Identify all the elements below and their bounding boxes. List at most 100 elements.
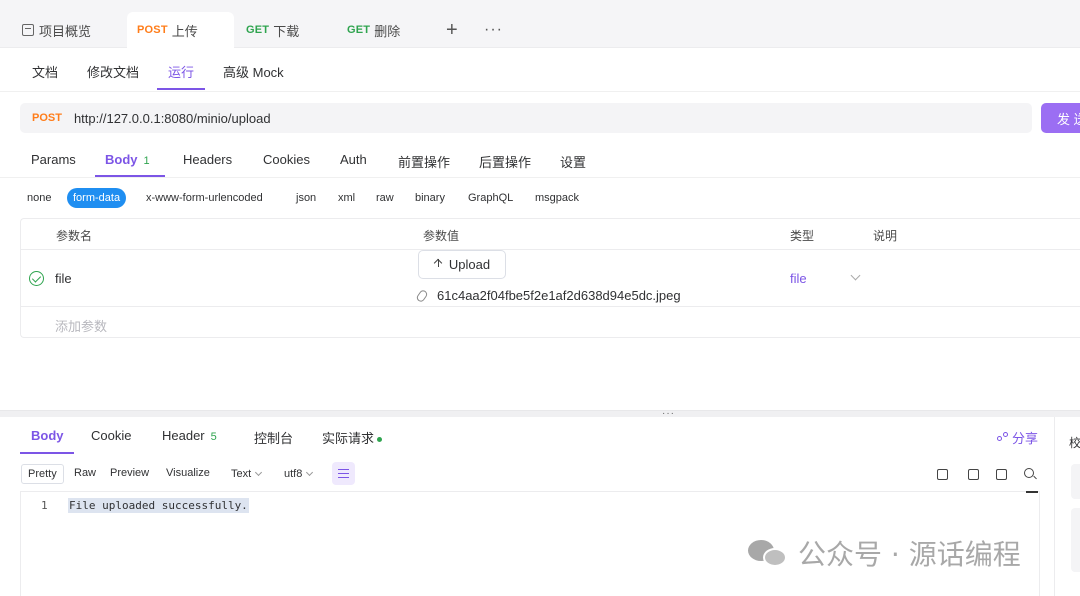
request-method[interactable]: POST: [32, 112, 62, 124]
copy-icon[interactable]: [996, 469, 1007, 480]
download-icon[interactable]: [968, 469, 979, 480]
tab-pre-actions[interactable]: 前置操作: [398, 152, 450, 171]
tab-headers[interactable]: Headers: [183, 152, 232, 167]
panel-splitter[interactable]: [0, 410, 1080, 417]
body-type-urlencoded[interactable]: x-www-form-urlencoded: [146, 188, 263, 208]
upload-label: Upload: [448, 257, 491, 272]
tab-get-download[interactable]: GET 下载: [246, 12, 299, 48]
watermark-text: 公众号 · 源话编程: [798, 538, 1021, 571]
body-type-msgpack[interactable]: msgpack: [535, 188, 579, 208]
active-resp-tab-indicator: [20, 452, 74, 454]
request-tabs: Params Body 1 Headers Cookies Auth 前置操作 后…: [0, 141, 1080, 178]
chevron-down-icon: [306, 468, 314, 477]
right-side-panel: 校: [1054, 417, 1080, 596]
format-value: Text: [231, 468, 252, 480]
format-code-icon[interactable]: [937, 469, 948, 480]
line-number: 1: [41, 499, 48, 512]
tab-label: 项目概览: [39, 23, 92, 39]
col-param-value: 参数值: [423, 229, 460, 243]
method-badge: GET: [347, 24, 371, 36]
tab-auth[interactable]: Auth: [340, 152, 367, 167]
tab-body-label: Body: [105, 152, 138, 167]
tab-cookies[interactable]: Cookies: [263, 152, 310, 167]
more-tabs-icon[interactable]: ···: [484, 12, 503, 48]
new-tab-plus-icon[interactable]: +: [446, 12, 458, 48]
subtab-run[interactable]: 运行: [168, 62, 194, 81]
wechat-icon: [748, 538, 788, 568]
tab-post-upload[interactable]: POST 上传: [127, 12, 234, 48]
active-reqtab-indicator: [95, 175, 165, 177]
encoding-value: utf8: [284, 468, 303, 480]
tab-label: 下载: [273, 23, 300, 39]
encoding-select[interactable]: utf8: [284, 464, 314, 484]
chevron-down-icon: [255, 468, 263, 477]
body-type-form-data[interactable]: form-data: [67, 188, 127, 208]
body-type-json[interactable]: json: [296, 188, 316, 208]
watermark: 公众号 · 源话编程: [748, 533, 1021, 573]
response-view-toolbar: Pretty Raw Preview Visualize Text utf8: [0, 460, 1054, 488]
body-count-badge: 1: [143, 155, 150, 167]
body-type-xml[interactable]: xml: [338, 188, 355, 208]
tab-project-overview[interactable]: 项目概览: [22, 12, 91, 48]
top-tab-bar: 项目概览 POST 上传 GET 下载 GET 删除 + ···: [0, 0, 1080, 48]
tab-get-delete[interactable]: GET 删除: [347, 12, 400, 48]
status-dot: [377, 437, 383, 443]
subtab-docs[interactable]: 文档: [32, 62, 58, 81]
resp-tab-header[interactable]: Header 5: [162, 428, 217, 443]
tab-body[interactable]: Body 1: [105, 152, 150, 167]
subtab-edit-docs[interactable]: 修改文档: [87, 62, 139, 81]
chevron-down-icon[interactable]: [850, 270, 861, 281]
share-button[interactable]: 分享: [997, 428, 1038, 447]
body-type-binary[interactable]: binary: [415, 188, 445, 208]
editor-scrollbar[interactable]: [1026, 491, 1038, 493]
format-select[interactable]: Text: [231, 464, 263, 484]
resp-tab-console[interactable]: 控制台: [254, 428, 293, 447]
file-name: 61c4aa2f04fbe5f2e1af2d638d94e5dc.jpeg: [437, 288, 681, 303]
resp-tab-body[interactable]: Body: [31, 428, 64, 443]
subtab-advanced-mock[interactable]: 高级 Mock: [223, 62, 284, 81]
send-button[interactable]: 发 送: [1041, 103, 1080, 133]
paperclip-icon: [415, 288, 429, 303]
view-preview[interactable]: Preview: [110, 464, 149, 484]
tab-settings[interactable]: 设置: [560, 152, 586, 171]
col-type: 类型: [790, 229, 815, 243]
body-type-raw[interactable]: raw: [376, 188, 394, 208]
view-visualize[interactable]: Visualize: [166, 464, 210, 484]
header-count-badge: 5: [210, 431, 217, 443]
col-description: 说明: [873, 229, 898, 243]
uploaded-file[interactable]: 61c4aa2f04fbe5f2e1af2d638d94e5dc.jpeg: [415, 288, 681, 303]
word-wrap-icon[interactable]: [332, 462, 355, 485]
resp-tab-cookie[interactable]: Cookie: [91, 428, 131, 443]
resp-tab-header-label: Header: [162, 428, 205, 443]
upload-button[interactable]: Upload: [418, 250, 506, 279]
side-panel-label: 校: [1069, 436, 1080, 450]
checkbox-checked-icon[interactable]: [29, 271, 44, 286]
url-input[interactable]: http://127.0.0.1:8080/minio/upload: [74, 111, 271, 126]
tab-post-actions[interactable]: 后置操作: [479, 152, 531, 171]
tab-params[interactable]: Params: [31, 152, 76, 167]
view-pretty[interactable]: Pretty: [21, 464, 64, 484]
body-type-none[interactable]: none: [27, 188, 51, 208]
param-type-select[interactable]: file: [790, 271, 807, 286]
table-header: 参数名 参数值 类型 说明: [21, 219, 1080, 250]
col-param-name: 参数名: [56, 229, 93, 243]
param-name-input[interactable]: file: [55, 271, 72, 286]
share-icon: [997, 432, 1008, 443]
resp-tab-actual-request[interactable]: 实际请求: [322, 428, 383, 447]
body-type-graphql[interactable]: GraphQL: [468, 188, 513, 208]
tab-label: 上传: [171, 23, 198, 39]
url-bar[interactable]: POST http://127.0.0.1:8080/minio/upload: [20, 103, 1032, 133]
view-raw[interactable]: Raw: [74, 464, 96, 484]
form-data-table: 参数名 参数值 类型 说明 file Upload 61c4aa2f04fbe5…: [20, 218, 1080, 338]
active-subtab-indicator: [157, 88, 205, 90]
side-panel-box: [1071, 464, 1080, 499]
add-param-input[interactable]: 添加参数: [55, 316, 107, 335]
resp-tab-actual-label: 实际请求: [322, 431, 375, 446]
overview-icon: [22, 24, 34, 36]
share-label: 分享: [1012, 431, 1039, 446]
table-row: file Upload 61c4aa2f04fbe5f2e1af2d638d94…: [21, 250, 1080, 307]
side-panel-box: [1071, 508, 1080, 572]
tab-label: 删除: [374, 23, 401, 39]
search-icon[interactable]: [1024, 468, 1034, 478]
response-text[interactable]: File uploaded successfully.: [68, 498, 249, 513]
